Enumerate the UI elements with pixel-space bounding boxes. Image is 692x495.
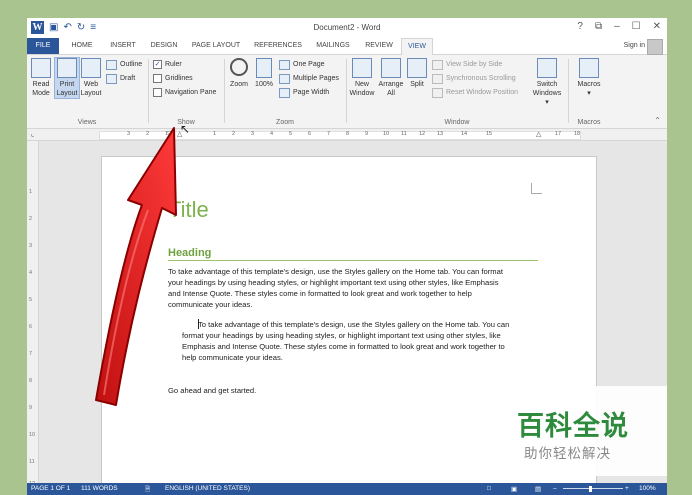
watermark-sub-text: 助你轻松解决 [524, 446, 611, 462]
watermark-logo: 百科全说 助你轻松解决 [497, 386, 667, 476]
mouse-pointer-icon: ↖ [180, 122, 191, 136]
watermark-main-text: 百科全说 [517, 411, 629, 442]
